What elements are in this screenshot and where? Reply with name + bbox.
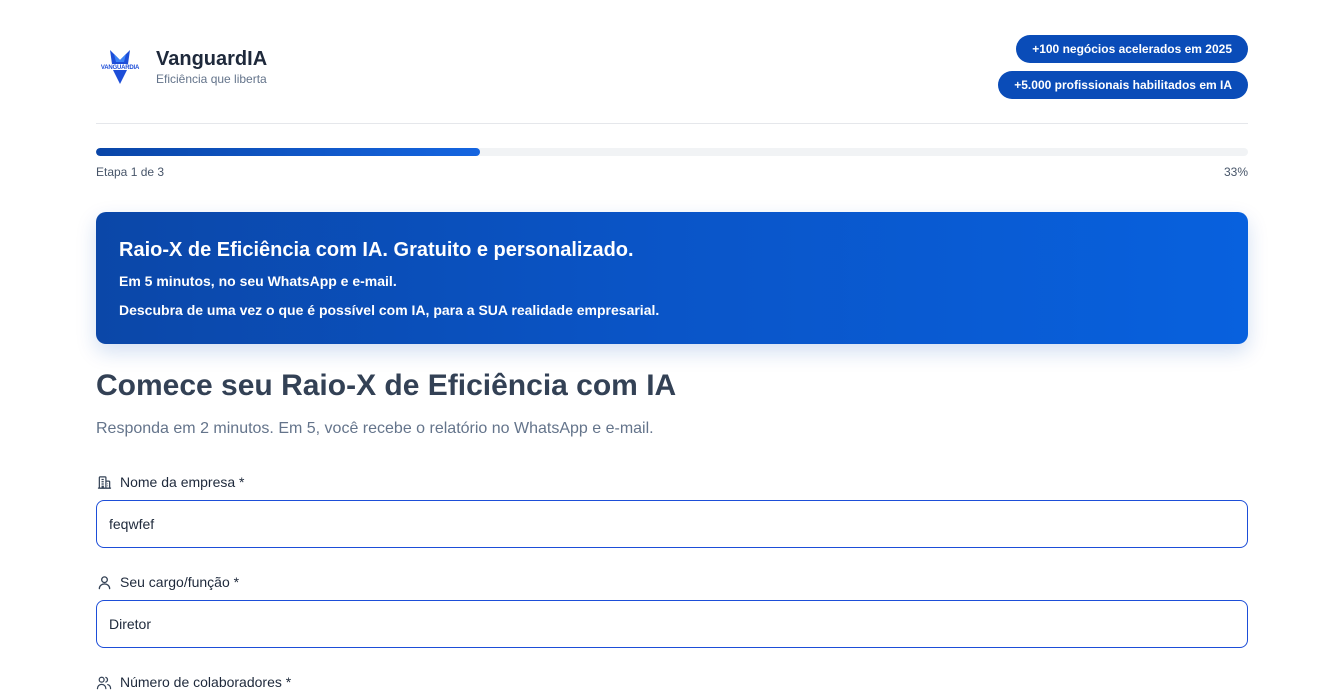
form-subtitle: Responda em 2 minutos. Em 5, você recebe…	[96, 420, 654, 437]
hero-banner: Raio-X de Eficiência com IA. Gratuito e …	[96, 212, 1248, 344]
brand-tagline: Eficiência que liberta	[156, 72, 267, 86]
company-name-label-text: Nome da empresa *	[120, 474, 245, 490]
employees-label: Número de colaboradores *	[96, 673, 291, 691]
hero-line-2: Descubra de uma vez o que é possível com…	[119, 302, 660, 318]
brand-text: VanguardIA Eficiência que liberta	[156, 47, 267, 86]
building-icon	[96, 474, 112, 490]
badge-professionals: +5.000 profissionais habilitados em IA	[998, 71, 1248, 99]
employees-label-text: Número de colaboradores *	[120, 674, 292, 690]
hero-line-1: Em 5 minutos, no seu WhatsApp e e-mail.	[119, 273, 397, 289]
logo-wordmark: VANGUARDIA	[100, 64, 140, 71]
users-icon	[96, 674, 112, 690]
progress-bar	[96, 148, 1248, 156]
brand-name: VanguardIA	[156, 48, 268, 70]
role-label-text: Seu cargo/função *	[120, 574, 240, 590]
user-icon	[96, 574, 112, 590]
company-name-label: Nome da empresa *	[96, 473, 245, 491]
badge-businesses: +100 negócios acelerados em 2025	[1016, 35, 1248, 63]
badge-group: +100 negócios acelerados em 2025 +5.000 …	[998, 35, 1248, 99]
role-input[interactable]	[96, 600, 1248, 648]
company-name-input[interactable]	[96, 500, 1248, 548]
progress-step-label: Etapa 1 de 3	[96, 165, 165, 179]
logo: VANGUARDIA	[96, 48, 144, 86]
role-label: Seu cargo/função *	[96, 573, 239, 591]
progress-meta: Etapa 1 de 3 33%	[96, 165, 1248, 179]
hero-title: Raio-X de Eficiência com IA. Gratuito e …	[119, 239, 634, 261]
progress-bar-fill	[96, 148, 480, 156]
form-title: Comece seu Raio-X de Eficiência com IA	[96, 369, 677, 402]
progress-percent-label: 33%	[1223, 165, 1248, 179]
header: VANGUARDIA VanguardIA Eficiência que lib…	[96, 35, 1248, 124]
brand[interactable]: VANGUARDIA VanguardIA Eficiência que lib…	[96, 47, 267, 86]
